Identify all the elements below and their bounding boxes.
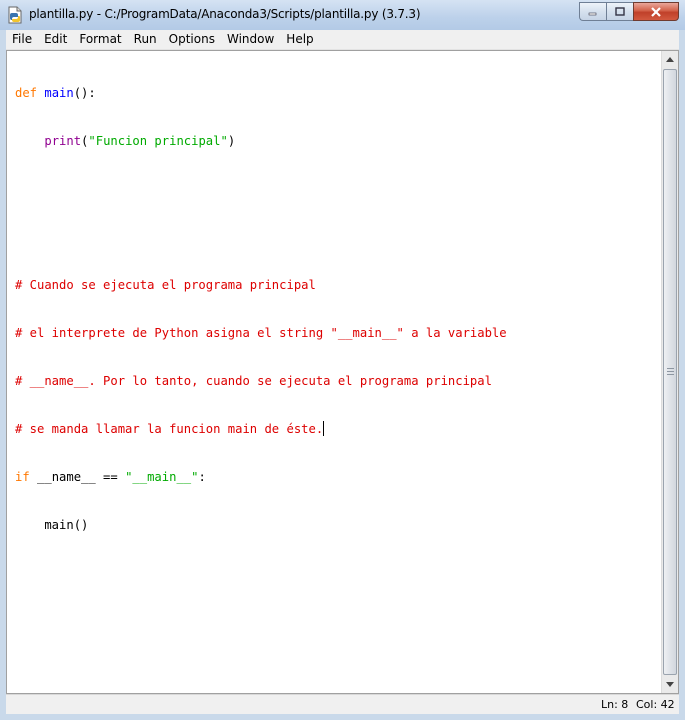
code-line-6: # el interprete de Python asigna el stri…	[15, 326, 507, 340]
code-line-2: print("Funcion principal")	[15, 133, 507, 149]
vertical-scrollbar[interactable]	[661, 51, 678, 693]
column-number: Col: 42	[636, 698, 675, 711]
code-line-1: def main():	[15, 85, 507, 101]
code-line-5: # Cuando se ejecuta el programa principa…	[15, 278, 316, 292]
scroll-up-button[interactable]	[662, 51, 678, 68]
comment: # se manda llamar la funcion main de ést…	[15, 422, 324, 436]
close-icon	[651, 6, 661, 17]
code-text[interactable]: def main(): print("Funcion principal") #…	[15, 53, 507, 565]
thumb-grip	[667, 368, 674, 369]
chevron-down-icon	[666, 682, 674, 687]
close-button[interactable]	[633, 2, 679, 21]
python-file-icon	[8, 6, 22, 24]
string-literal: "Funcion principal"	[88, 134, 228, 148]
minimize-icon	[588, 12, 597, 15]
thumb-grip	[667, 371, 674, 372]
idle-editor-window: plantilla.py - C:/ProgramData/Anaconda3/…	[0, 0, 685, 720]
string-literal: "__main__"	[125, 470, 199, 484]
text-cursor	[323, 421, 325, 436]
code-line-10: main()	[15, 518, 89, 532]
window-border	[0, 714, 685, 720]
function-name: main	[44, 86, 74, 100]
maximize-button[interactable]	[606, 2, 633, 21]
window-controls	[579, 2, 679, 21]
code-token: ():	[73, 86, 96, 100]
menu-options[interactable]: Options	[163, 30, 221, 49]
menu-format[interactable]: Format	[73, 30, 127, 49]
thumb-grip	[667, 374, 674, 375]
title-bar[interactable]: plantilla.py - C:/ProgramData/Anaconda3/…	[0, 0, 685, 30]
code-line-8: # se manda llamar la funcion main de ést…	[15, 421, 507, 437]
code-token: __name__ ==	[29, 470, 126, 484]
menu-help[interactable]: Help	[280, 30, 319, 49]
scroll-down-button[interactable]	[662, 676, 678, 693]
menu-file[interactable]: File	[6, 30, 38, 49]
menu-bar: File Edit Format Run Options Window Help	[6, 30, 679, 50]
scrollbar-thumb[interactable]	[663, 69, 677, 675]
code-line-7: # __name__. Por lo tanto, cuando se ejec…	[15, 374, 492, 388]
menu-run[interactable]: Run	[128, 30, 163, 49]
keyword: def	[15, 86, 38, 100]
code-editor[interactable]: def main(): print("Funcion principal") #…	[6, 50, 679, 694]
chevron-up-icon	[666, 57, 674, 62]
keyword: if	[15, 470, 30, 484]
status-bar: Ln: 8 Col: 42	[6, 694, 679, 714]
code-line-9: if __name__ == "__main__":	[15, 469, 507, 485]
code-token: :	[198, 470, 206, 484]
builtin: print	[44, 134, 82, 148]
menu-window[interactable]: Window	[221, 30, 280, 49]
menu-edit[interactable]: Edit	[38, 30, 73, 49]
line-number: Ln: 8	[601, 698, 629, 711]
maximize-icon	[615, 7, 625, 16]
window-title: plantilla.py - C:/ProgramData/Anaconda3/…	[29, 7, 421, 21]
minimize-button[interactable]	[579, 2, 606, 21]
code-token: )	[227, 134, 236, 148]
